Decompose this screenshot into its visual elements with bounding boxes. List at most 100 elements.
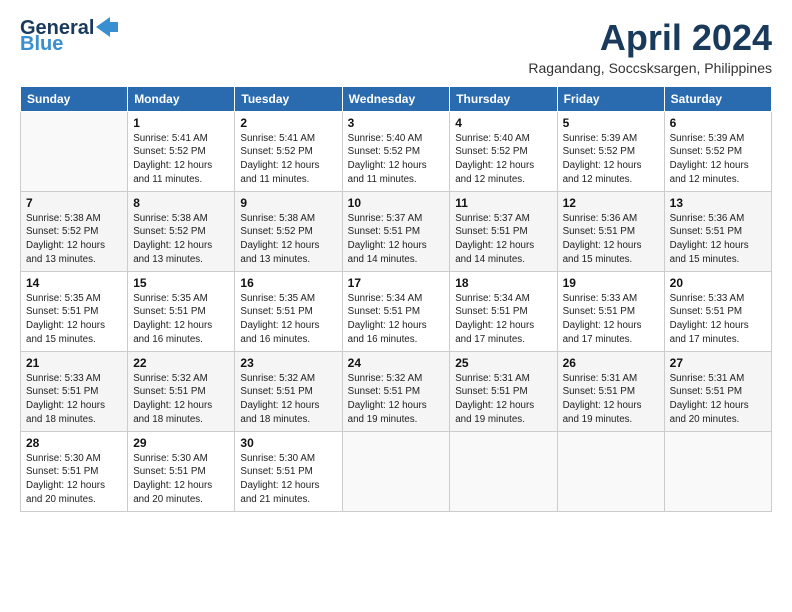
day-number: 24 <box>348 356 445 370</box>
title-area: April 2024 Ragandang, Soccsksargen, Phil… <box>528 18 772 76</box>
calendar-cell: 21 Sunrise: 5:33 AMSunset: 5:51 PMDayligh… <box>21 351 128 431</box>
calendar-week-row: 1 Sunrise: 5:41 AMSunset: 5:52 PMDaylight… <box>21 111 772 191</box>
calendar-cell: 9Sunrise: 5:38 AMSunset: 5:52 PMDaylight… <box>235 191 342 271</box>
day-info: Sunrise: 5:30 AMSunset: 5:51 PMDaylight:… <box>26 452 122 507</box>
day-number: 12 <box>563 196 659 210</box>
day-number: 30 <box>240 436 336 450</box>
day-number: 5 <box>563 116 659 130</box>
calendar-cell: 18 Sunrise: 5:34 AMSunset: 5:51 PMDayligh… <box>450 271 557 351</box>
calendar-cell: 12Sunrise: 5:36 AMSunset: 5:51 PMDayligh… <box>557 191 664 271</box>
calendar-cell: 26Sunrise: 5:31 AMSunset: 5:51 PMDayligh… <box>557 351 664 431</box>
calendar-cell: 27 Sunrise: 5:31 AMSunset: 5:51 PMDayligh… <box>664 351 771 431</box>
day-info: Sunrise: 5:31 AMSunset: 5:51 PMDaylight:… <box>670 372 766 427</box>
day-number: 15 <box>133 276 229 290</box>
calendar-cell: 28 Sunrise: 5:30 AMSunset: 5:51 PMDayligh… <box>21 431 128 511</box>
calendar-cell: 6 Sunrise: 5:39 AMSunset: 5:52 PMDaylight… <box>664 111 771 191</box>
day-info: Sunrise: 5:34 AMSunset: 5:51 PMDaylight:… <box>455 292 551 347</box>
day-number: 14 <box>26 276 122 290</box>
day-number: 6 <box>670 116 766 130</box>
day-info: Sunrise: 5:36 AMSunset: 5:51 PMDaylight:… <box>670 212 766 267</box>
calendar-cell <box>21 111 128 191</box>
weekday-header-friday: Friday <box>557 86 664 111</box>
calendar-cell: 17 Sunrise: 5:34 AMSunset: 5:51 PMDayligh… <box>342 271 450 351</box>
day-number: 17 <box>348 276 445 290</box>
day-info: Sunrise: 5:35 AMSunset: 5:51 PMDaylight:… <box>26 292 122 347</box>
day-info: Sunrise: 5:41 AMSunset: 5:52 PMDaylight:… <box>133 132 229 187</box>
weekday-header-tuesday: Tuesday <box>235 86 342 111</box>
day-info: Sunrise: 5:33 AMSunset: 5:51 PMDaylight:… <box>26 372 122 427</box>
calendar-cell: 30 Sunrise: 5:30 AMSunset: 5:51 PMDayligh… <box>235 431 342 511</box>
calendar-cell: 5 Sunrise: 5:39 AMSunset: 5:52 PMDaylight… <box>557 111 664 191</box>
day-number: 16 <box>240 276 336 290</box>
day-info: Sunrise: 5:38 AMSunset: 5:52 PMDaylight:… <box>133 212 229 267</box>
calendar-cell: 20Sunrise: 5:33 AMSunset: 5:51 PMDayligh… <box>664 271 771 351</box>
calendar-cell: 29Sunrise: 5:30 AMSunset: 5:51 PMDayligh… <box>128 431 235 511</box>
day-info: Sunrise: 5:41 AMSunset: 5:52 PMDaylight:… <box>240 132 336 187</box>
day-info: Sunrise: 5:31 AMSunset: 5:51 PMDaylight:… <box>455 372 551 427</box>
calendar-cell: 4 Sunrise: 5:40 AMSunset: 5:52 PMDaylight… <box>450 111 557 191</box>
logo: General Blue <box>20 18 118 54</box>
calendar-cell: 22 Sunrise: 5:32 AMSunset: 5:51 PMDayligh… <box>128 351 235 431</box>
calendar-cell: 24 Sunrise: 5:32 AMSunset: 5:51 PMDayligh… <box>342 351 450 431</box>
calendar-cell: 15 Sunrise: 5:35 AMSunset: 5:51 PMDayligh… <box>128 271 235 351</box>
calendar-cell: 14 Sunrise: 5:35 AMSunset: 5:51 PMDayligh… <box>21 271 128 351</box>
day-number: 2 <box>240 116 336 130</box>
calendar-cell: 19Sunrise: 5:33 AMSunset: 5:51 PMDayligh… <box>557 271 664 351</box>
day-number: 13 <box>670 196 766 210</box>
day-info: Sunrise: 5:37 AMSunset: 5:51 PMDaylight:… <box>348 212 445 267</box>
day-info: Sunrise: 5:39 AMSunset: 5:52 PMDaylight:… <box>670 132 766 187</box>
calendar-cell: 13 Sunrise: 5:36 AMSunset: 5:51 PMDayligh… <box>664 191 771 271</box>
location: Ragandang, Soccsksargen, Philippines <box>528 60 772 76</box>
calendar-cell <box>450 431 557 511</box>
calendar-cell: 10 Sunrise: 5:37 AMSunset: 5:51 PMDayligh… <box>342 191 450 271</box>
month-title: April 2024 <box>528 18 772 58</box>
day-info: Sunrise: 5:40 AMSunset: 5:52 PMDaylight:… <box>455 132 551 187</box>
calendar-cell: 16 Sunrise: 5:35 AMSunset: 5:51 PMDayligh… <box>235 271 342 351</box>
day-info: Sunrise: 5:30 AMSunset: 5:51 PMDaylight:… <box>240 452 336 507</box>
day-number: 1 <box>133 116 229 130</box>
weekday-header-sunday: Sunday <box>21 86 128 111</box>
calendar-cell: 23Sunrise: 5:32 AMSunset: 5:51 PMDayligh… <box>235 351 342 431</box>
calendar-cell: 11Sunrise: 5:37 AMSunset: 5:51 PMDayligh… <box>450 191 557 271</box>
day-info: Sunrise: 5:38 AMSunset: 5:52 PMDaylight:… <box>26 212 122 267</box>
header: General Blue April 2024 Ragandang, Soccs… <box>20 18 772 76</box>
calendar-cell <box>664 431 771 511</box>
day-info: Sunrise: 5:32 AMSunset: 5:51 PMDaylight:… <box>348 372 445 427</box>
calendar-week-row: 14 Sunrise: 5:35 AMSunset: 5:51 PMDayligh… <box>21 271 772 351</box>
day-number: 22 <box>133 356 229 370</box>
day-info: Sunrise: 5:31 AMSunset: 5:51 PMDaylight:… <box>563 372 659 427</box>
calendar-cell: 7Sunrise: 5:38 AMSunset: 5:52 PMDaylight… <box>21 191 128 271</box>
calendar-week-row: 28 Sunrise: 5:30 AMSunset: 5:51 PMDayligh… <box>21 431 772 511</box>
calendar-header-row: SundayMondayTuesdayWednesdayThursdayFrid… <box>21 86 772 111</box>
calendar-cell: 3 Sunrise: 5:40 AMSunset: 5:52 PMDaylight… <box>342 111 450 191</box>
day-number: 10 <box>348 196 445 210</box>
logo-blue: Blue <box>20 34 118 54</box>
day-info: Sunrise: 5:35 AMSunset: 5:51 PMDaylight:… <box>240 292 336 347</box>
calendar-cell <box>342 431 450 511</box>
day-number: 28 <box>26 436 122 450</box>
day-info: Sunrise: 5:32 AMSunset: 5:51 PMDaylight:… <box>133 372 229 427</box>
weekday-header-monday: Monday <box>128 86 235 111</box>
day-number: 3 <box>348 116 445 130</box>
day-info: Sunrise: 5:37 AMSunset: 5:51 PMDaylight:… <box>455 212 551 267</box>
day-info: Sunrise: 5:34 AMSunset: 5:51 PMDaylight:… <box>348 292 445 347</box>
day-info: Sunrise: 5:40 AMSunset: 5:52 PMDaylight:… <box>348 132 445 187</box>
day-number: 20 <box>670 276 766 290</box>
day-info: Sunrise: 5:39 AMSunset: 5:52 PMDaylight:… <box>563 132 659 187</box>
calendar-cell: 1 Sunrise: 5:41 AMSunset: 5:52 PMDaylight… <box>128 111 235 191</box>
day-number: 25 <box>455 356 551 370</box>
page: General Blue April 2024 Ragandang, Soccs… <box>0 0 792 522</box>
day-info: Sunrise: 5:33 AMSunset: 5:51 PMDaylight:… <box>563 292 659 347</box>
calendar-table: SundayMondayTuesdayWednesdayThursdayFrid… <box>20 86 772 512</box>
calendar-week-row: 21 Sunrise: 5:33 AMSunset: 5:51 PMDayligh… <box>21 351 772 431</box>
calendar-cell: 8Sunrise: 5:38 AMSunset: 5:52 PMDaylight… <box>128 191 235 271</box>
weekday-header-wednesday: Wednesday <box>342 86 450 111</box>
day-number: 27 <box>670 356 766 370</box>
day-number: 29 <box>133 436 229 450</box>
logo-box: General Blue <box>20 18 118 54</box>
day-info: Sunrise: 5:35 AMSunset: 5:51 PMDaylight:… <box>133 292 229 347</box>
day-number: 4 <box>455 116 551 130</box>
day-number: 21 <box>26 356 122 370</box>
day-number: 18 <box>455 276 551 290</box>
calendar-cell <box>557 431 664 511</box>
